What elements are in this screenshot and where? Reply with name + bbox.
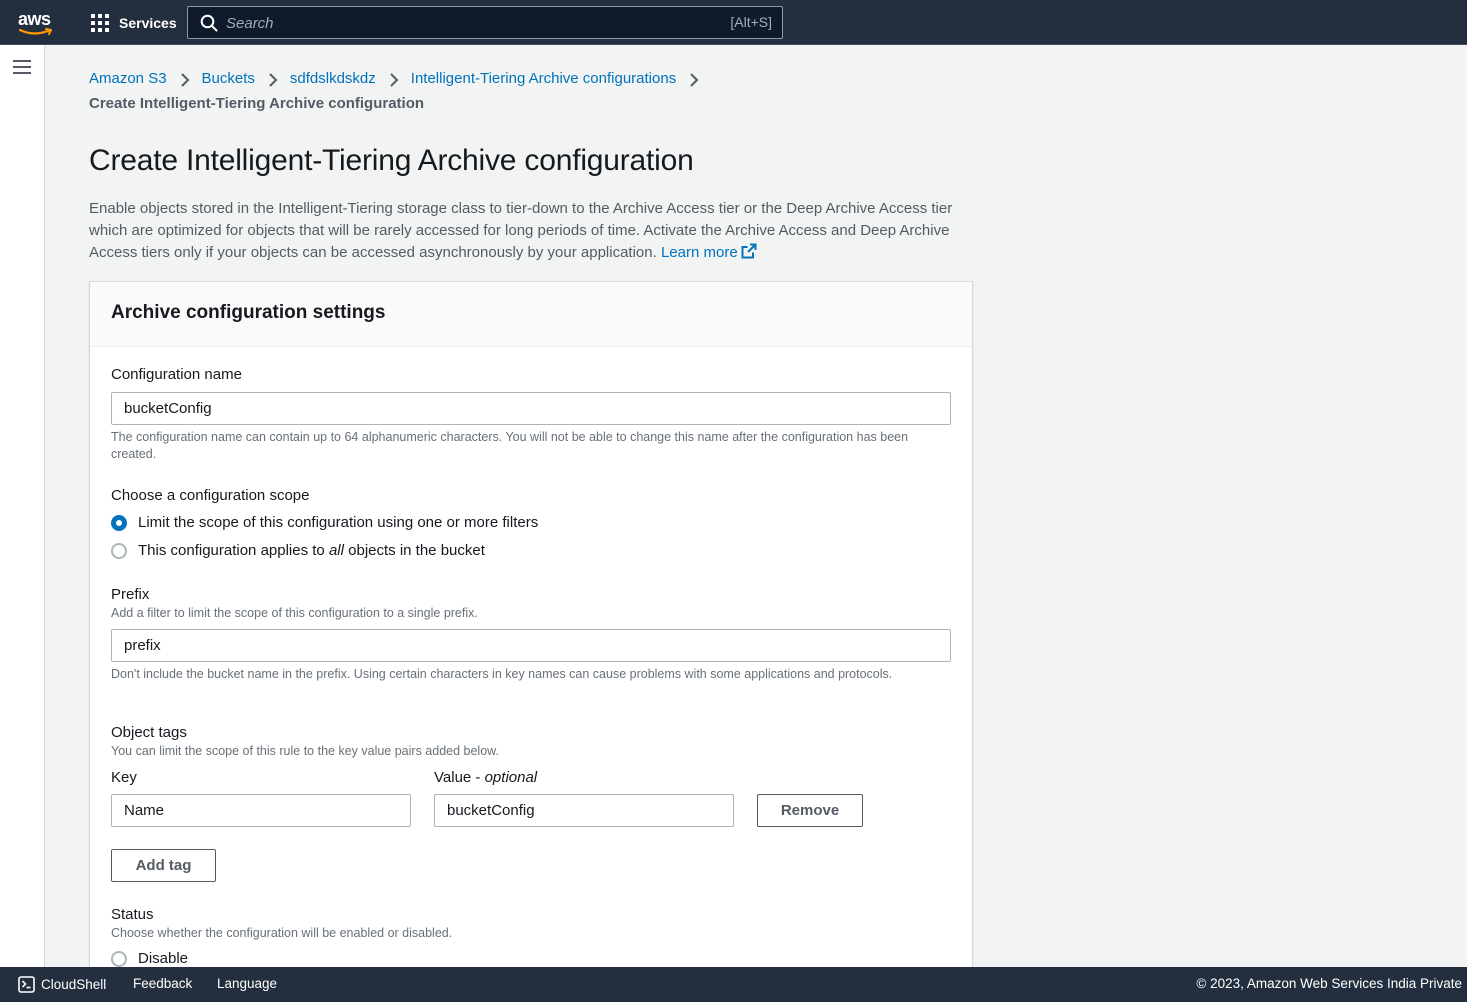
breadcrumb-item-archive-configurations[interactable]: Intelligent-Tiering Archive configuratio… <box>411 68 676 90</box>
tag-value-optional: optional <box>484 769 538 786</box>
scope-label: Choose a configuration scope <box>111 487 310 504</box>
remove-tag-button[interactable]: Remove <box>757 794 863 827</box>
breadcrumb: Amazon S3 Buckets sdfdslkdskdz Intellige… <box>89 68 989 115</box>
search-icon <box>200 14 218 32</box>
add-tag-button[interactable]: Add tag <box>111 849 216 882</box>
panel-title: Archive configuration settings <box>111 302 386 323</box>
status-option-disable-label: Disable <box>138 950 189 967</box>
tag-value-label-text: Value - <box>434 769 485 786</box>
prefix-input[interactable] <box>111 629 951 662</box>
side-navigation-rail <box>0 45 45 967</box>
search-input[interactable] <box>226 11 696 35</box>
services-menu-button[interactable]: Services <box>91 12 177 34</box>
external-link-icon <box>741 243 757 259</box>
scope-option-filters-label: Limit the scope of this configuration us… <box>138 514 539 531</box>
chevron-right-icon <box>180 73 189 87</box>
scope-option-all[interactable]: This configuration applies to all object… <box>111 542 485 559</box>
object-tags-description: You can limit the scope of this rule to … <box>111 744 499 758</box>
radio-unselected-icon[interactable] <box>111 950 127 967</box>
page-description: Enable objects stored in the Intelligent… <box>89 198 979 264</box>
archive-settings-panel: Archive configuration settings Configura… <box>89 281 973 981</box>
cloudshell-button[interactable]: CloudShell <box>18 976 106 993</box>
aws-smile-icon <box>19 28 52 35</box>
chevron-right-icon <box>269 73 278 87</box>
object-tags-label: Object tags <box>111 724 187 741</box>
scope-option-all-suffix: objects in the bucket <box>343 542 485 559</box>
prefix-label: Prefix <box>111 586 150 603</box>
status-label: Status <box>111 906 154 923</box>
feedback-link[interactable]: Feedback <box>133 976 192 991</box>
breadcrumb-item-buckets[interactable]: Buckets <box>202 68 255 90</box>
search-shortcut-hint: [Alt+S] <box>730 14 772 30</box>
prefix-hint: Don't include the bucket name in the pre… <box>111 667 893 681</box>
aws-logo-text: aws <box>18 9 51 29</box>
scope-option-all-emphasis: all <box>328 542 344 559</box>
console-footer: CloudShell Feedback Language © 2023, Ama… <box>0 967 1467 1002</box>
cloudshell-icon <box>18 976 35 993</box>
top-navigation: aws Services [Alt+S] <box>0 0 1467 45</box>
breadcrumb-current-page: Create Intelligent-Tiering Archive confi… <box>89 95 425 112</box>
radio-unselected-icon[interactable] <box>111 542 127 559</box>
breadcrumb-item-amazon-s3[interactable]: Amazon S3 <box>89 68 167 90</box>
chevron-right-icon <box>390 73 399 87</box>
status-option-disable[interactable]: Disable <box>111 950 188 967</box>
search-bar[interactable]: [Alt+S] <box>187 6 783 39</box>
services-label: Services <box>119 15 177 31</box>
config-name-hint: The configuration name can contain up to… <box>111 430 909 461</box>
chevron-right-icon <box>690 73 699 87</box>
tag-value-input[interactable] <box>434 794 734 827</box>
panel-header: Archive configuration settings <box>90 282 972 347</box>
page-title: Create Intelligent-Tiering Archive confi… <box>89 144 694 177</box>
aws-logo[interactable]: aws <box>18 9 56 35</box>
learn-more-label: Learn more <box>660 244 738 261</box>
apps-grid-icon <box>91 14 109 32</box>
cloudshell-label: CloudShell <box>41 977 107 992</box>
scope-option-all-prefix: This configuration applies to <box>138 542 329 559</box>
scope-option-filters[interactable]: Limit the scope of this configuration us… <box>111 514 538 531</box>
tag-key-label: Key <box>111 769 137 786</box>
breadcrumb-item-bucket[interactable]: sdfdslkdskdz <box>290 68 376 90</box>
config-name-input[interactable] <box>111 392 951 425</box>
radio-selected-icon[interactable] <box>111 514 127 531</box>
page-description-text: Enable objects stored in the Intelligent… <box>89 200 953 261</box>
tag-value-label: Value - optional <box>434 769 537 786</box>
scope-option-all-label: This configuration applies to all object… <box>138 542 485 559</box>
learn-more-link[interactable]: Learn more <box>660 243 757 261</box>
config-name-label: Configuration name <box>111 366 242 383</box>
status-description: Choose whether the configuration will be… <box>111 926 453 940</box>
language-link[interactable]: Language <box>217 976 277 991</box>
tag-key-input[interactable] <box>111 794 411 827</box>
prefix-description: Add a filter to limit the scope of this … <box>111 606 478 620</box>
copyright-text: © 2023, Amazon Web Services India Privat… <box>1196 976 1462 991</box>
hamburger-menu-icon[interactable] <box>13 60 31 74</box>
